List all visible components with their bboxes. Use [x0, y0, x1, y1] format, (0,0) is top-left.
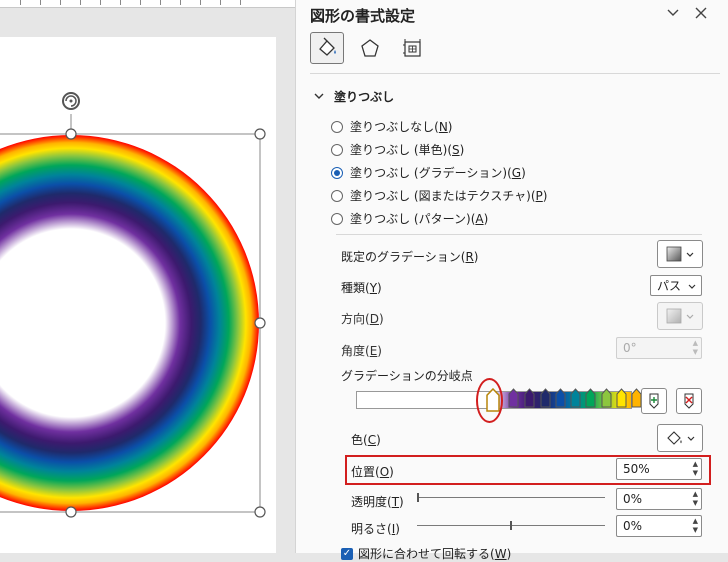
angle-value: 0° — [623, 341, 637, 355]
tab-effects[interactable] — [353, 32, 387, 64]
gradient-swatch-icon — [666, 246, 682, 262]
brightness-spinner[interactable]: 0% ▲ ▼ — [616, 515, 702, 537]
gradient-stop[interactable] — [508, 388, 519, 411]
gradient-ring-shape[interactable] — [0, 0, 295, 553]
paint-bucket-icon — [319, 37, 336, 56]
spinner-arrows-icon[interactable]: ▲ ▼ — [693, 460, 698, 478]
transparency-slider[interactable] — [417, 493, 605, 502]
radio-indicator-checked[interactable] — [331, 166, 343, 179]
gradient-stop[interactable] — [570, 388, 581, 411]
size-properties-icon — [403, 39, 421, 57]
radio-indicator[interactable] — [331, 189, 343, 202]
gradient-stop[interactable] — [524, 388, 535, 411]
tab-divider — [310, 73, 720, 74]
ring-fill — [0, 135, 259, 511]
spinner-arrows-icon[interactable]: ▲ ▼ — [693, 517, 698, 535]
gradient-type-select[interactable]: パス — [650, 275, 702, 296]
radio-label: 塗りつぶしなし(N) — [350, 120, 453, 134]
radio-indicator[interactable] — [331, 143, 343, 156]
brightness-slider-thumb[interactable] — [510, 521, 512, 530]
radio-label: 塗りつぶし (単色)(S) — [350, 143, 465, 157]
transparency-value: 0% — [623, 492, 643, 506]
preset-gradient-dropdown[interactable] — [657, 240, 703, 268]
stop-color-label: 色(C) — [351, 433, 381, 447]
transparency-label: 透明度(T) — [351, 495, 404, 509]
brightness-label: 明るさ(I) — [351, 522, 400, 536]
radio-label: 塗りつぶし (図またはテクスチャ)(P) — [350, 189, 548, 203]
slide-canvas-area — [0, 0, 295, 553]
preset-gradient-label: 既定のグラデーション(R) — [341, 250, 479, 264]
close-icon[interactable] — [690, 3, 712, 23]
transparency-slider-thumb[interactable] — [417, 493, 419, 502]
radio-label: 塗りつぶし (グラデーション)(G) — [350, 166, 526, 180]
transparency-spinner[interactable]: 0% ▲ ▼ — [616, 488, 702, 510]
gradient-type-value: パス — [657, 279, 682, 293]
angle-label: 角度(E) — [341, 344, 382, 358]
pane-title: 図形の書式設定 — [310, 7, 416, 25]
format-shape-pane: 図形の書式設定 塗りつぶし 塗りつぶしなし(N) 塗りつぶし (単色)(S) 塗… — [295, 0, 728, 561]
fill-section-header[interactable]: 塗りつぶし — [314, 88, 394, 105]
resize-handle-top-right[interactable] — [254, 128, 266, 140]
gradient-stop[interactable] — [616, 388, 627, 411]
chevron-down-icon — [686, 314, 694, 319]
chevron-down-icon — [688, 284, 696, 289]
fill-section-title: 塗りつぶし — [334, 90, 395, 104]
tab-size-properties[interactable] — [395, 32, 429, 64]
gradient-stop[interactable] — [540, 388, 551, 411]
radio-picture-fill[interactable]: 塗りつぶし (図またはテクスチャ)(P) — [331, 187, 547, 204]
tab-fill-line[interactable] — [310, 32, 344, 64]
resize-handle-bottom[interactable] — [65, 506, 77, 518]
pentagon-icon — [361, 39, 379, 57]
direction-dropdown[interactable] — [657, 302, 703, 330]
radio-pattern-fill[interactable]: 塗りつぶし (パターン)(A) — [331, 210, 488, 227]
radio-indicator[interactable] — [331, 212, 343, 225]
radio-no-fill[interactable]: 塗りつぶしなし(N) — [331, 118, 452, 135]
radio-gradient-fill[interactable]: 塗りつぶし (グラデーション)(G) — [331, 164, 526, 181]
brightness-value: 0% — [623, 519, 643, 533]
gradient-stop-selected[interactable] — [486, 387, 500, 415]
rotate-handle-icon[interactable] — [62, 92, 80, 110]
gradient-stop[interactable] — [555, 388, 566, 411]
gradient-stops-label: グラデーションの分岐点 — [341, 369, 473, 383]
add-gradient-stop-button[interactable] — [641, 388, 667, 414]
checkbox-checked-icon[interactable]: ✓ — [341, 547, 353, 560]
pane-options-chevron-icon[interactable] — [662, 3, 684, 23]
direction-label: 方向(D) — [341, 312, 384, 326]
resize-handle-top[interactable] — [65, 128, 77, 140]
resize-handle-bottom-right[interactable] — [254, 506, 266, 518]
section-divider — [336, 234, 702, 235]
gradient-type-label: 種類(Y) — [341, 281, 382, 295]
add-stop-icon — [649, 393, 659, 409]
stop-color-dropdown[interactable] — [657, 424, 703, 452]
angle-spinner[interactable]: 0° ▲ ▼ — [616, 337, 702, 359]
resize-handle-right[interactable] — [254, 317, 266, 329]
stop-position-value: 50% — [623, 462, 650, 476]
radio-label: 塗りつぶし (パターン)(A) — [350, 212, 489, 226]
rotate-with-shape-checkbox[interactable]: ✓ 図形に合わせて回転する(W) — [341, 545, 511, 562]
gradient-stop[interactable] — [585, 388, 596, 411]
rotate-with-shape-label: 図形に合わせて回転する(W) — [358, 547, 512, 561]
gradient-stop[interactable] — [601, 388, 612, 411]
spinner-arrows-icon[interactable]: ▲ ▼ — [693, 490, 698, 508]
chevron-down-icon — [686, 252, 694, 257]
gradient-swatch-icon — [666, 308, 682, 324]
radio-indicator[interactable] — [331, 120, 343, 133]
chevron-down-icon — [314, 93, 324, 99]
paint-bucket-icon — [667, 431, 682, 445]
stop-position-spinner[interactable]: 50% ▲ ▼ — [616, 458, 702, 480]
remove-gradient-stop-button[interactable] — [676, 388, 702, 414]
chevron-down-icon — [687, 436, 695, 441]
spinner-arrows-icon[interactable]: ▲ ▼ — [693, 339, 698, 357]
remove-stop-icon — [684, 393, 694, 409]
radio-solid-fill[interactable]: 塗りつぶし (単色)(S) — [331, 141, 464, 158]
stop-position-label: 位置(O) — [351, 465, 394, 479]
brightness-slider[interactable] — [417, 521, 605, 530]
